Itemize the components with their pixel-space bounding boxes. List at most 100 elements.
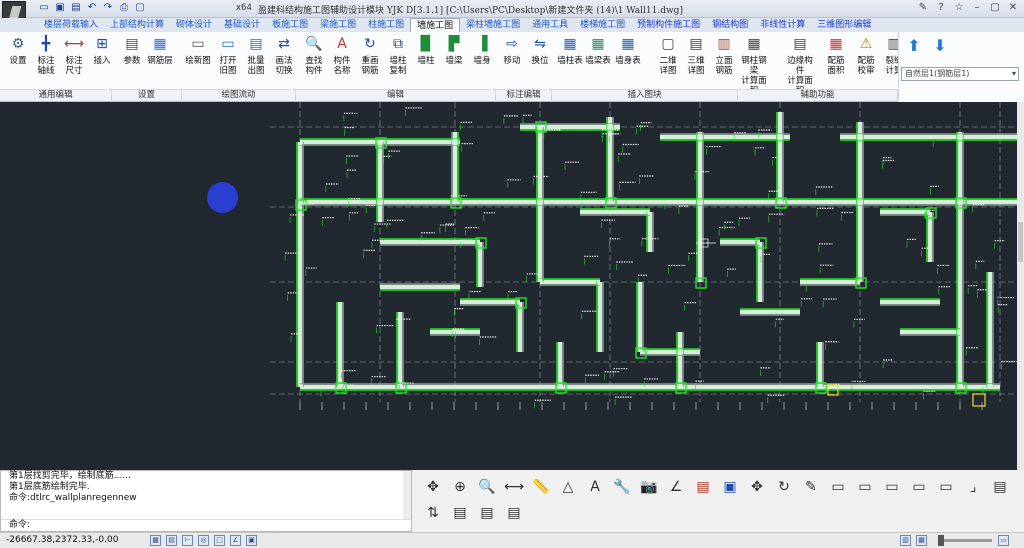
tool-15[interactable]: ▛ 墙梁 — [440, 34, 468, 94]
floor-down-icon[interactable]: ⬇ — [930, 36, 950, 56]
zoom-window-icon[interactable]: ⊕ — [449, 476, 471, 498]
maximize-icon[interactable]: ▢ — [988, 1, 1002, 15]
tab-4[interactable]: 板施工图 — [266, 18, 314, 32]
floor-up-icon[interactable]: ⬆ — [904, 36, 924, 56]
print-icon[interactable]: ⎙ — [118, 2, 130, 14]
otrack-toggle[interactable]: ∠ — [230, 535, 241, 546]
tab-10[interactable]: 楼梯施工图 — [574, 18, 631, 32]
zoom-icon[interactable]: 🔍 — [476, 476, 498, 498]
tool-12[interactable]: ↻ 重画 钢筋 — [356, 34, 384, 94]
layers-icon[interactable]: ▤ — [449, 502, 471, 524]
tool-18[interactable]: ⇋ 换位 — [526, 34, 554, 94]
dwg-icon[interactable]: ▣ — [719, 476, 741, 498]
tool-0[interactable]: ⚙ 设置 — [4, 34, 32, 94]
open-icon[interactable]: ▤ — [70, 2, 82, 14]
tab-1[interactable]: 上部结构计算 — [104, 18, 170, 32]
tab-5[interactable]: 梁施工图 — [314, 18, 362, 32]
zoom-slider[interactable] — [940, 539, 992, 542]
close-icon[interactable]: ✕ — [1006, 1, 1020, 15]
tool-6[interactable]: ▭ 绘新图 — [184, 34, 212, 94]
vertical-scrollbar[interactable] — [1017, 102, 1024, 470]
ruler-icon[interactable]: 📏 — [530, 476, 552, 498]
measure-icon[interactable]: ⟷ — [503, 476, 525, 498]
layout-toggle[interactable]: ▥ — [900, 535, 911, 546]
tool-26[interactable]: ▤边缘构件 计算面积 — [786, 34, 814, 96]
tab-6[interactable]: 柱施工图 — [362, 18, 410, 32]
tool-11[interactable]: A 构件 名称 — [328, 34, 356, 94]
angle-50-icon[interactable]: ∠ — [665, 476, 687, 498]
tool-4[interactable]: ▤ 参数 — [118, 34, 146, 94]
tool-25[interactable]: ▦钢柱钢梁 计算面积 — [740, 34, 768, 96]
scroll-thumb[interactable] — [1018, 222, 1023, 262]
block-3-icon[interactable]: ▭ — [881, 476, 903, 498]
preview-icon[interactable]: ▢ — [134, 2, 146, 14]
tool-10[interactable]: 🔍 查找 构件 — [300, 34, 328, 94]
tool-23[interactable]: ▤ 三维 详图 — [682, 34, 710, 94]
block-2-icon[interactable]: ▭ — [854, 476, 876, 498]
floor-select[interactable]: 自然层1(钢筋层1) — [901, 67, 1019, 81]
tool-5[interactable]: ▦ 钢筋层 — [146, 34, 174, 94]
new-icon[interactable]: ▭ — [38, 2, 50, 14]
tab-13[interactable]: 非线性计算 — [754, 18, 811, 32]
block-1-icon[interactable]: ▭ — [827, 476, 849, 498]
wrench-icon[interactable]: 🔧 — [611, 476, 633, 498]
model-toggle[interactable]: ▦ — [916, 535, 927, 546]
tab-9[interactable]: 通用工具 — [526, 18, 574, 32]
flip-icon[interactable]: ⇅ — [422, 502, 444, 524]
redo-icon[interactable]: ↷ — [102, 2, 114, 14]
save-icon[interactable]: ▣ — [54, 2, 66, 14]
tab-8[interactable]: 梁柱墙施工图 — [460, 18, 526, 32]
tool-13[interactable]: ⧉ 墙柱 复制 — [384, 34, 412, 94]
tool-19[interactable]: ▦ 墙柱表 — [556, 34, 584, 94]
tool-3[interactable]: ⊞ 插入 — [88, 34, 116, 94]
text-icon[interactable]: A — [584, 476, 606, 498]
move-icon[interactable]: ✥ — [746, 476, 768, 498]
tab-2[interactable]: 砌体设计 — [170, 18, 218, 32]
ortho-toggle[interactable]: ⊢ — [182, 535, 193, 546]
doc-icon[interactable]: ▤ — [503, 502, 525, 524]
brush-icon[interactable]: ✎ — [800, 476, 822, 498]
tool-9[interactable]: ⇄ 画法 切换 — [270, 34, 298, 94]
help-icon[interactable]: ? — [934, 1, 948, 15]
grid-toggle[interactable]: ▦ — [150, 535, 161, 546]
tool-22[interactable]: ▢ 二维 详图 — [654, 34, 682, 94]
block-5-icon[interactable]: ▭ — [935, 476, 957, 498]
tool-7[interactable]: ▭ 打开 旧图 — [214, 34, 242, 94]
polar-toggle[interactable]: ◎ — [198, 535, 209, 546]
camera-icon[interactable]: 📷 — [638, 476, 660, 498]
minimize-icon[interactable]: – — [970, 1, 984, 15]
tab-11[interactable]: 预制构件施工图 — [631, 18, 706, 32]
export-icon[interactable]: ▤ — [989, 476, 1011, 498]
angle-icon[interactable]: △ — [557, 476, 579, 498]
undo-icon[interactable]: ↶ — [86, 2, 98, 14]
command-input[interactable]: 命令: — [1, 519, 411, 531]
pan-icon[interactable]: ✥ — [422, 476, 444, 498]
osnap-toggle[interactable]: □ — [214, 535, 225, 546]
tool-17[interactable]: ⇨ 移动 — [498, 34, 526, 94]
pdf-icon[interactable]: ▤ — [692, 476, 714, 498]
drawing-canvas[interactable] — [0, 102, 1017, 470]
tab-14[interactable]: 三维图形编辑 — [811, 18, 877, 32]
command-scrollbar[interactable] — [403, 471, 411, 519]
tool-14[interactable]: ▉ 墙柱 — [412, 34, 440, 94]
settings-icon[interactable]: ✎ — [916, 1, 930, 15]
tool-27[interactable]: ▦ 配筋 面积 — [822, 34, 850, 94]
tool-24[interactable]: ▥ 立面 钢筋 — [710, 34, 738, 94]
tab-3[interactable]: 基础设计 — [218, 18, 266, 32]
tool-16[interactable]: ▐ 墙身 — [468, 34, 496, 94]
tool-8[interactable]: ▤ 批量 出图 — [242, 34, 270, 94]
tool-2[interactable]: ⟷ 标注 尺寸 — [60, 34, 88, 94]
tool-21[interactable]: ▦ 墙身表 — [614, 34, 642, 94]
tool-20[interactable]: ▦ 墙梁表 — [584, 34, 612, 94]
tab-0[interactable]: 楼层荷载输入 — [38, 18, 104, 32]
zoom-slider-thumb[interactable] — [938, 535, 944, 546]
tab-7[interactable]: 墙施工图 — [410, 18, 461, 32]
snap-toggle[interactable]: ▤ — [166, 535, 177, 546]
corner-icon[interactable]: ⌟ — [962, 476, 984, 498]
list-icon[interactable]: ▤ — [476, 502, 498, 524]
block-4-icon[interactable]: ▭ — [908, 476, 930, 498]
star-icon[interactable]: ☆ — [952, 1, 966, 15]
fullscreen-toggle[interactable]: ▭ — [998, 535, 1009, 546]
tool-1[interactable]: ╋ 标注 轴线 — [32, 34, 60, 94]
tool-28[interactable]: ⚠ 配筋 校审 — [852, 34, 880, 94]
